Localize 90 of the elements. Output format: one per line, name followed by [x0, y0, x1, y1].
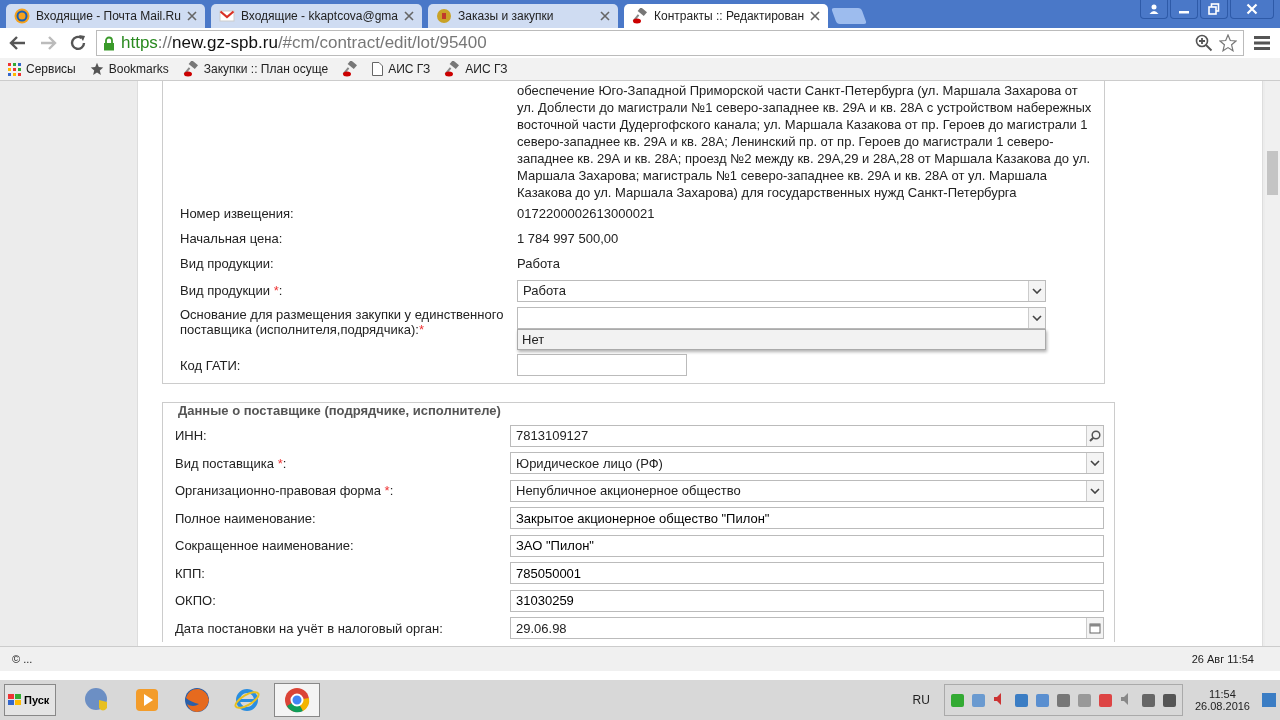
tray-icon[interactable]	[1014, 693, 1028, 707]
play-icon	[133, 686, 161, 714]
caret-icon[interactable]	[1086, 453, 1103, 474]
caret-icon[interactable]	[1028, 308, 1045, 328]
status-time: 26 Авг 11:54	[1191, 653, 1254, 665]
input-field[interactable]: ЗАО "Пилон"	[510, 534, 1104, 557]
input-field[interactable]: 31030259	[510, 589, 1104, 612]
star-icon	[89, 62, 104, 76]
gavel-icon	[182, 61, 199, 77]
bookmark[interactable]: АИС ГЗ	[372, 62, 431, 76]
star-icon[interactable]	[1219, 34, 1237, 52]
start-button[interactable]: Пуск	[4, 684, 56, 716]
section-legend: Данные о поставщике (подрядчике, исполнителе)	[175, 403, 504, 418]
scrollbar[interactable]	[1265, 81, 1280, 646]
close-icon[interactable]	[186, 11, 197, 21]
ie-icon	[233, 686, 261, 714]
status-text: © ...	[12, 653, 33, 665]
bookmark[interactable]	[342, 61, 359, 77]
address-bar[interactable]: https://new.gz-spb.ru/#cm/contract/edit/lot/95400	[96, 30, 1244, 56]
field-label: Вид поставщика *:	[175, 455, 288, 471]
field-label: КПП:	[175, 565, 206, 581]
tray-icon[interactable]	[1035, 693, 1049, 707]
field-value: Работа	[517, 256, 560, 271]
clock-time[interactable]: 11:54	[1209, 688, 1236, 700]
field-label: Организационно-правовая форма *:	[175, 483, 395, 499]
lock-icon	[103, 35, 115, 51]
field-label: Код ГАТИ:	[180, 357, 242, 373]
browser-tab[interactable]: Контракты :: Редактирован	[624, 4, 829, 28]
field-label: Основание для размещения закупки у единственного поставщика (исполнителя,подрядчика):*	[180, 307, 505, 337]
field-label: Полное наименование:	[175, 510, 317, 526]
input-field[interactable]	[517, 354, 687, 376]
gavel-icon	[342, 61, 359, 77]
taskbar-app[interactable]	[274, 683, 320, 717]
gavel-icon	[632, 8, 648, 24]
dropdown-field[interactable]	[517, 307, 1046, 329]
dropdown-field[interactable]: Непубличное акционерное общество	[510, 479, 1104, 502]
field-label: Дата постановки на учёт в налоговый орган:	[175, 620, 444, 636]
dropdown-field[interactable]: Юридическое лицо (РФ)	[510, 452, 1104, 475]
emblem-icon	[436, 8, 452, 24]
field-label: Номер извещения:	[180, 206, 295, 221]
close-icon[interactable]	[1230, 0, 1274, 19]
field-label: Начальная цена:	[180, 231, 284, 246]
tray-icon[interactable]	[1056, 693, 1070, 707]
language-indicator[interactable]: RU	[912, 693, 930, 707]
caret-icon[interactable]	[1086, 480, 1103, 501]
lot-description: обеспечение Юго-Западной Приморской части Санкт-Петербурга (ул. Маршала Захарова от ул. Доблести до магистрали №1 северо-западнее кв. 29А и кв. 28А с устройством набережных восточной части Дудергофского канала; ул. Маршала Казакова от пр. Героев до магистрали 1 северо-западнее кв. 29А и кв. 28А; Ленинский пр. от пр. Героев до магистрали 1 северо-западнее кв. 29А и кв. 28А; проезд №2 между кв. 29А,29 и 28А,28 от Маршала Казакова до ул. Маршала Захарова; магистраль №1 северо-западнее кв. 29А и кв. 28А от ул. Маршала Казакова до ул. Маршала Захарова) для государственных нужд Санкт-Петербурга	[517, 82, 1093, 201]
tray-icon[interactable]	[1098, 693, 1112, 707]
minimize-icon[interactable]	[1170, 0, 1198, 19]
field-label: Вид продукции *:	[180, 283, 284, 298]
calendar-icon[interactable]	[1086, 618, 1103, 639]
windows-logo-icon	[8, 694, 22, 706]
fox-globe-icon	[183, 686, 211, 714]
bookmark[interactable]: Сервисы	[8, 62, 76, 76]
tray-icon[interactable]	[1162, 693, 1176, 707]
gavel-icon	[444, 61, 461, 77]
envelope-icon	[218, 8, 235, 24]
apps-grid-icon	[8, 62, 21, 76]
bookmark[interactable]: Bookmarks	[89, 62, 169, 76]
at-sign-icon	[14, 8, 30, 24]
input-field[interactable]: 7813109127	[510, 424, 1104, 447]
page-icon	[372, 62, 384, 76]
clock-date[interactable]: 26.08.2016	[1194, 700, 1250, 712]
field-label: ОКПО:	[175, 593, 217, 609]
field-value: 0172200002613000021	[517, 206, 655, 221]
input-field[interactable]: 785050001	[510, 562, 1104, 585]
input-field[interactable]: Закрытое акционерное общество "Пилон"	[510, 507, 1104, 530]
close-icon[interactable]	[404, 11, 414, 21]
field-label: Сокращенное наименование:	[175, 538, 355, 554]
bookmark[interactable]: Закупки :: План осуще	[182, 61, 329, 77]
field-label: Вид продукции:	[180, 256, 275, 271]
field-value: 1 784 997 500,00	[517, 231, 619, 246]
chrome-icon	[283, 686, 311, 714]
browser-tab[interactable]: Входящие - Почта Mail.Ru	[6, 4, 205, 28]
dropdown-field[interactable]: Работа	[517, 279, 1046, 302]
close-icon[interactable]	[810, 11, 821, 21]
user-icon[interactable]	[1140, 0, 1168, 19]
input-field[interactable]: 29.06.98	[510, 617, 1104, 640]
tray-icon[interactable]	[1141, 693, 1155, 707]
dropdown-option[interactable]: Нет	[518, 330, 1045, 349]
field-label: ИНН:	[175, 428, 208, 444]
new-tab-button[interactable]	[831, 8, 867, 24]
search-icon[interactable]	[1086, 425, 1103, 446]
browser-tab[interactable]: Входящие - kkaptcova@gma	[210, 4, 422, 28]
url-text: https://new.gz-spb.ru/#cm/contract/edit/lot/95400	[121, 33, 487, 53]
close-icon[interactable]	[600, 11, 610, 21]
bookmark[interactable]: АИС ГЗ	[444, 61, 508, 77]
caret-icon[interactable]	[1028, 280, 1045, 301]
restore-icon[interactable]	[1200, 0, 1228, 19]
zoom-icon[interactable]	[1195, 34, 1213, 52]
browser-tab[interactable]: Заказы и закупки	[428, 4, 618, 28]
